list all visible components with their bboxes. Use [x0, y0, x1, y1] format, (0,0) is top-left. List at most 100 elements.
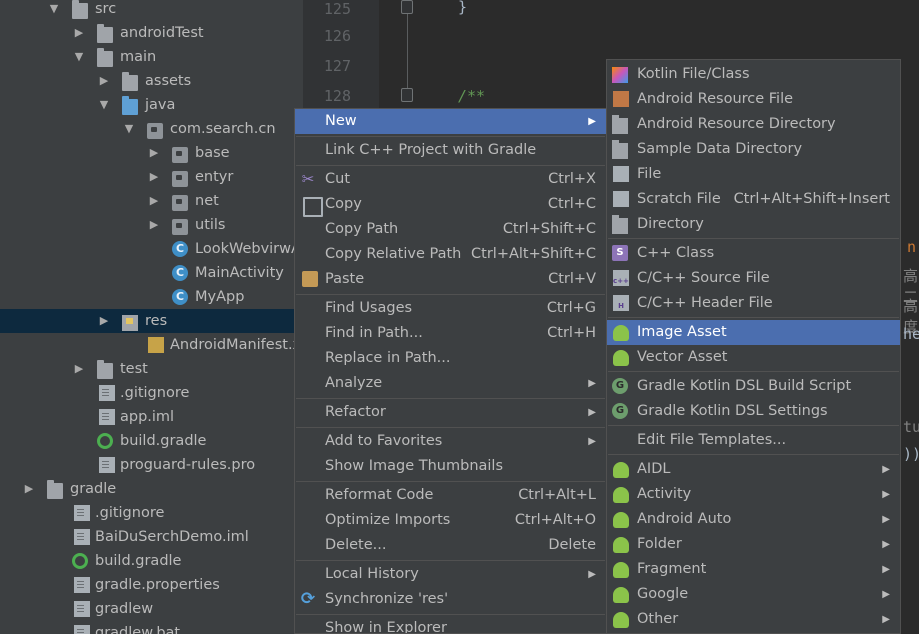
tree-item[interactable]: gradlew.bat [0, 621, 303, 634]
expand-arrow-icon[interactable]: ▶ [23, 477, 35, 501]
collapse-arrow-icon[interactable]: ▼ [123, 117, 135, 141]
tree-item[interactable]: build.gradle [0, 429, 303, 453]
menu-item-delete[interactable]: Delete... Delete [295, 533, 606, 558]
submenu-item-android-resource-directory[interactable]: Android Resource Directory [607, 112, 900, 137]
package-icon [172, 147, 188, 163]
submenu-item-directory[interactable]: Directory [607, 212, 900, 237]
tree-item[interactable]: ▶ net [0, 189, 303, 213]
submenu-item-cpp-header[interactable]: H C/C++ Header File [607, 291, 900, 316]
submenu-item-file[interactable]: File [607, 162, 900, 187]
tree-item[interactable]: AndroidManifest.xml [0, 333, 303, 357]
tree-item[interactable]: ▼ java [0, 93, 303, 117]
menu-item-copy-relative-path[interactable]: Copy Relative Path Ctrl+Alt+Shift+C [295, 242, 606, 267]
expand-arrow-icon[interactable]: ▶ [148, 141, 160, 165]
menu-item-refactor[interactable]: Refactor ▶ [295, 400, 606, 425]
submenu-item-image-asset[interactable]: Image Asset [607, 320, 900, 345]
expand-arrow-icon[interactable]: ▶ [73, 357, 85, 381]
menu-item-copy[interactable]: Copy Ctrl+C [295, 192, 606, 217]
submenu-item-fragment[interactable]: Fragment ▶ [607, 557, 900, 582]
menu-item-optimize-imports[interactable]: Optimize Imports Ctrl+Alt+O [295, 508, 606, 533]
menu-item-cut[interactable]: ✂ Cut Ctrl+X [295, 167, 606, 192]
menu-item-new[interactable]: New ▶ [295, 109, 606, 134]
tree-item[interactable]: ▶ utils [0, 213, 303, 237]
tree-item[interactable]: build.gradle [0, 549, 303, 573]
menu-item-synchronize[interactable]: ⟳ Synchronize 'res' [295, 587, 606, 612]
submenu-item-activity[interactable]: Activity ▶ [607, 482, 900, 507]
class-icon: C [172, 265, 188, 281]
submenu-item-kotlin[interactable]: Kotlin File/Class [607, 62, 900, 87]
expand-arrow-icon[interactable]: ▶ [148, 213, 160, 237]
shortcut-label: Ctrl+G [546, 300, 596, 316]
menu-item-link-cpp[interactable]: Link C++ Project with Gradle [295, 138, 606, 163]
tree-item[interactable]: ▼ com.search.cn [0, 117, 303, 141]
menu-item-analyze[interactable]: Analyze ▶ [295, 371, 606, 396]
submenu-item-google[interactable]: Google ▶ [607, 582, 900, 607]
submenu-item-gradle-settings[interactable]: G Gradle Kotlin DSL Settings [607, 399, 900, 424]
package-icon [147, 123, 163, 139]
menu-item-find-in-path[interactable]: Find in Path... Ctrl+H [295, 321, 606, 346]
xml-file-icon [148, 337, 164, 353]
shortcut-label: Ctrl+X [548, 171, 596, 187]
tree-item[interactable]: ▶ gradle [0, 477, 303, 501]
collapse-arrow-icon[interactable]: ▼ [73, 45, 85, 69]
menu-item-label: New [325, 113, 357, 129]
expand-arrow-icon[interactable]: ▶ [148, 189, 160, 213]
collapse-arrow-icon[interactable]: ▼ [98, 93, 110, 117]
submenu-item-gradle-build-script[interactable]: G Gradle Kotlin DSL Build Script [607, 374, 900, 399]
menu-item-label: Kotlin File/Class [637, 66, 750, 82]
menu-item-reformat-code[interactable]: Reformat Code Ctrl+Alt+L [295, 483, 606, 508]
tree-item[interactable]: C LookWebvirwActivity [0, 237, 303, 261]
paste-icon [302, 271, 318, 287]
menu-item-paste[interactable]: Paste Ctrl+V [295, 267, 606, 292]
submenu-item-aidl[interactable]: AIDL ▶ [607, 457, 900, 482]
submenu-item-cpp-source[interactable]: c++ C/C++ Source File [607, 266, 900, 291]
submenu-item-scratch-file[interactable]: Scratch File Ctrl+Alt+Shift+Insert [607, 187, 900, 212]
submenu-item-android-auto[interactable]: Android Auto ▶ [607, 507, 900, 532]
menu-item-show-in-explorer[interactable]: Show in Explorer [295, 616, 606, 633]
submenu-item-sample-data-directory[interactable]: Sample Data Directory [607, 137, 900, 162]
expand-arrow-icon[interactable]: ▶ [148, 165, 160, 189]
tree-item[interactable]: C MyApp [0, 285, 303, 309]
menu-item-replace-in-path[interactable]: Replace in Path... [295, 346, 606, 371]
menu-separator [296, 294, 605, 295]
tree-item[interactable]: gradlew [0, 597, 303, 621]
tree-item-label: BaiDuSerchDemo.iml [95, 529, 249, 545]
submenu-item-cpp-class[interactable]: S C++ Class [607, 241, 900, 266]
submenu-item-android-resource-file[interactable]: Android Resource File [607, 87, 900, 112]
tree-item[interactable]: gradle.properties [0, 573, 303, 597]
tree-item[interactable]: app.iml [0, 405, 303, 429]
tree-item[interactable]: BaiDuSerchDemo.iml [0, 525, 303, 549]
submenu-item-edit-templates[interactable]: Edit File Templates... [607, 428, 900, 453]
tree-item[interactable]: ▶ base [0, 141, 303, 165]
tree-item[interactable]: .gitignore [0, 501, 303, 525]
menu-item-find-usages[interactable]: Find Usages Ctrl+G [295, 296, 606, 321]
tree-item[interactable]: ▶ test [0, 357, 303, 381]
submenu-item-folder[interactable]: Folder ▶ [607, 532, 900, 557]
tree-item[interactable]: ▶ androidTest [0, 21, 303, 45]
expand-arrow-icon[interactable]: ▶ [73, 21, 85, 45]
expand-arrow-icon[interactable]: ▶ [98, 69, 110, 93]
tree-item[interactable]: ▼ main [0, 45, 303, 69]
tree-item[interactable]: C MainActivity [0, 261, 303, 285]
tree-item[interactable]: proguard-rules.pro [0, 453, 303, 477]
cpp-source-icon: c++ [613, 270, 629, 286]
tree-item[interactable]: ▶ assets [0, 69, 303, 93]
package-icon [172, 195, 188, 211]
menu-item-add-to-favorites[interactable]: Add to Favorites ▶ [295, 429, 606, 454]
submenu-item-vector-asset[interactable]: Vector Asset [607, 345, 900, 370]
tree-item[interactable]: ▼ src [0, 0, 303, 21]
menu-item-local-history[interactable]: Local History ▶ [295, 562, 606, 587]
submenu-item-other[interactable]: Other ▶ [607, 607, 900, 632]
line-number: 127 [323, 57, 351, 75]
tree-item[interactable]: ▶ entyr [0, 165, 303, 189]
expand-arrow-icon[interactable]: ▶ [98, 309, 110, 333]
menu-item-show-thumbnails[interactable]: Show Image Thumbnails [295, 454, 606, 479]
collapse-arrow-icon[interactable]: ▼ [48, 0, 60, 21]
tree-item[interactable]: .gitignore [0, 381, 303, 405]
tree-item[interactable]: ▶ res [0, 309, 303, 333]
fold-guide [407, 0, 408, 95]
menu-item-copy-path[interactable]: Copy Path Ctrl+Shift+C [295, 217, 606, 242]
submenu-arrow-icon: ▶ [588, 407, 596, 418]
fold-marker-icon[interactable] [401, 88, 413, 102]
fold-marker-icon[interactable] [401, 0, 413, 14]
